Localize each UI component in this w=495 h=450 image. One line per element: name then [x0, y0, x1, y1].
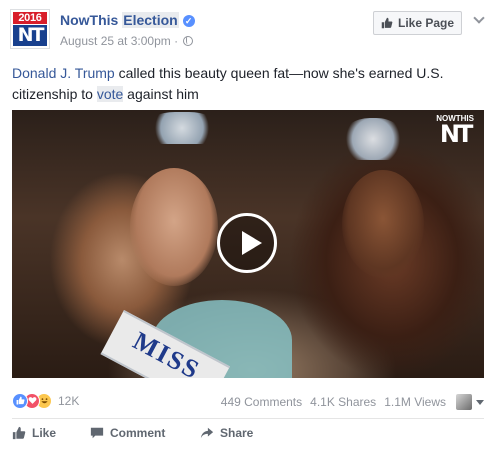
video-figure-right [342, 170, 424, 278]
verified-badge-icon: ✓ [182, 15, 195, 27]
chevron-down-icon[interactable] [476, 399, 484, 405]
shares-count[interactable]: 4.1K Shares [310, 395, 376, 409]
avatar-year: 2016 [13, 12, 47, 24]
post-stats: 12K 449 Comments 4.1K Shares 1.1M Views [12, 390, 484, 412]
watermark-logo: NT [439, 120, 473, 148]
share-label: Share [220, 426, 254, 440]
comments-count[interactable]: 449 Comments [221, 395, 302, 409]
action-bar: Like Comment Share [12, 424, 484, 448]
comment-label: Comment [110, 426, 166, 440]
post-card: 2016 NT NowThis Election ✓ August 25 at 3… [0, 0, 495, 450]
page-name: NowThis [60, 12, 119, 28]
like-reaction-icon [12, 393, 28, 409]
page-name-link[interactable]: NowThis Election ✓ [60, 12, 195, 28]
thumbs-up-icon [381, 17, 393, 29]
share-icon [200, 427, 214, 439]
post-date[interactable]: August 25 at 3:00pm [60, 34, 171, 48]
views-count[interactable]: 1.1M Views [384, 395, 446, 409]
page-name-highlight: Election [122, 12, 179, 28]
video-figure-left [130, 168, 218, 286]
avatar-logo: NT [13, 25, 47, 46]
chevron-down-icon[interactable] [473, 12, 485, 24]
like-label: Like [32, 426, 57, 440]
divider [12, 418, 484, 419]
mention-link[interactable]: Donald J. Trump [12, 65, 115, 81]
post-meta: August 25 at 3:00pm · [60, 34, 194, 48]
share-button[interactable]: Share [200, 426, 253, 440]
post-text: Donald J. Trump called this beauty queen… [12, 63, 482, 105]
play-button[interactable] [217, 213, 277, 273]
post-text-end: against him [123, 86, 199, 102]
comment-button[interactable]: Comment [90, 426, 165, 440]
comment-icon [90, 427, 104, 439]
video-player[interactable]: MISS NOWTHIS NT [12, 110, 484, 378]
reactions-summary[interactable]: 12K [12, 393, 79, 409]
like-page-label: Like Page [397, 16, 455, 30]
engagement-stats: 449 Comments 4.1K Shares 1.1M Views [213, 394, 484, 410]
thumbs-up-icon [12, 426, 26, 440]
like-page-button[interactable]: Like Page [373, 11, 462, 35]
user-avatar[interactable] [456, 394, 472, 410]
crown-image [147, 112, 217, 144]
like-button[interactable]: Like [12, 426, 56, 440]
highlighted-word: vote [96, 86, 124, 102]
globe-icon[interactable] [183, 36, 194, 46]
video-watermark: NOWTHIS NT [436, 114, 474, 148]
reaction-count: 12K [58, 394, 80, 408]
page-avatar[interactable]: 2016 NT [10, 9, 50, 49]
crown-image [342, 118, 404, 160]
meta-separator: · [174, 34, 179, 48]
